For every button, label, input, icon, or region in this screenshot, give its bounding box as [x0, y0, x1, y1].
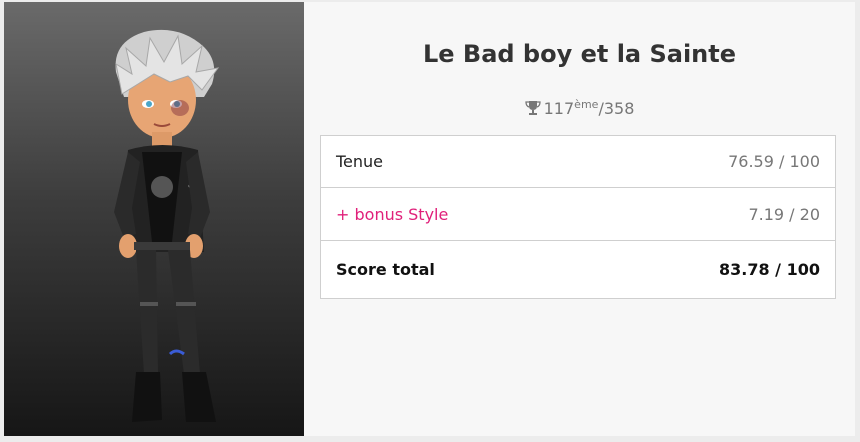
look-card: Le Bad boy et la Sainte 117ème/358 Tenue…	[4, 2, 855, 436]
score-row-bonus-style: + bonus Style 7.19 / 20	[321, 188, 835, 241]
score-row-total: Score total 83.78 / 100	[321, 241, 835, 298]
rank-total: /358	[598, 99, 635, 118]
score-row-tenue: Tenue 76.59 / 100	[321, 136, 835, 188]
score-value: 83.78 / 100	[719, 260, 820, 279]
score-label: Score total	[336, 260, 435, 279]
score-label: Tenue	[336, 152, 384, 171]
score-table: Tenue 76.59 / 100 + bonus Style 7.19 / 2…	[320, 135, 836, 299]
avatar-image	[114, 29, 220, 422]
score-value: 7.19 / 20	[748, 204, 820, 224]
score-label: + bonus Style	[336, 204, 449, 224]
trophy-icon	[524, 101, 541, 115]
rank-suffix: ème	[574, 98, 599, 111]
avatar-panel	[4, 2, 304, 436]
look-title: Le Bad boy et la Sainte	[422, 40, 737, 68]
rank-position: 117	[543, 99, 575, 118]
rank-indicator: 117ème/358	[304, 98, 855, 118]
score-value: 76.59 / 100	[728, 152, 820, 171]
